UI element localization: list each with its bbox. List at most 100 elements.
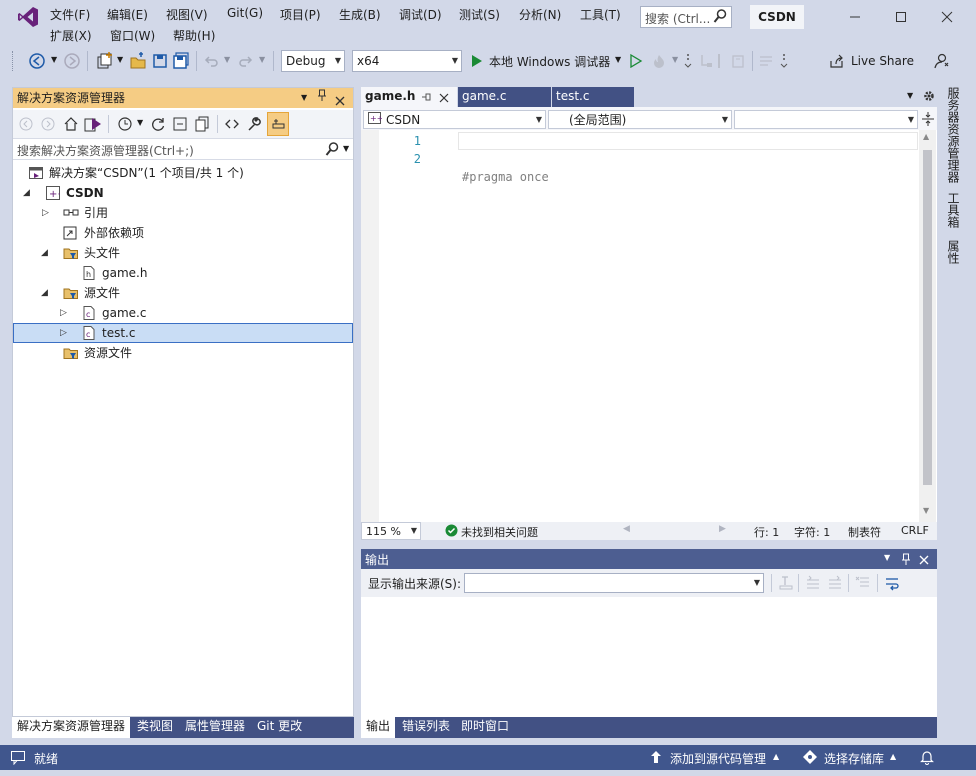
- menu-build[interactable]: 生成(B): [339, 6, 381, 23]
- find-message-icon[interactable]: [777, 573, 795, 593]
- toolbar-overflow-icon[interactable]: [778, 51, 790, 71]
- visual-studio-logo[interactable]: [16, 5, 40, 29]
- forward-icon[interactable]: [39, 114, 57, 134]
- new-dropdown-icon[interactable]: ▼: [117, 55, 123, 64]
- output-source-select[interactable]: ▼: [464, 573, 764, 593]
- menu-tools[interactable]: 工具(T): [580, 6, 621, 23]
- menu-edit[interactable]: 编辑(E): [107, 6, 148, 23]
- comment-icon[interactable]: [757, 51, 775, 71]
- tree-item-references[interactable]: ▷ 引用: [13, 203, 353, 223]
- tab-class-view[interactable]: 类视图: [132, 717, 178, 737]
- forward-icon[interactable]: [62, 51, 82, 71]
- scroll-right-icon[interactable]: ▶: [719, 524, 726, 534]
- add-to-source-control[interactable]: 添加到源代码管理: [670, 750, 766, 767]
- close-tab-icon[interactable]: [439, 92, 449, 106]
- live-share-button[interactable]: Live Share: [826, 51, 916, 71]
- previous-message-icon[interactable]: [804, 573, 822, 593]
- pin-tab-icon[interactable]: [421, 91, 431, 106]
- tree-item-test-c[interactable]: ▷ c test.c: [13, 323, 353, 343]
- filter-dropdown-icon[interactable]: ▼: [137, 118, 143, 127]
- start-without-debugging-icon[interactable]: [627, 51, 645, 71]
- configuration-select[interactable]: Debug ▼: [281, 50, 345, 72]
- code-editor[interactable]: 1 2 #pragma once ▲ ▼: [361, 130, 937, 522]
- tab-game-h[interactable]: game.h: [361, 87, 457, 107]
- redo-icon[interactable]: [236, 51, 256, 71]
- scroll-down-icon[interactable]: ▼: [923, 506, 929, 515]
- collapse-arrow-icon[interactable]: ◢: [41, 243, 48, 263]
- redo-dropdown-icon[interactable]: ▼: [259, 55, 265, 64]
- window-options-icon[interactable]: ▼: [884, 553, 890, 562]
- undo-dropdown-icon[interactable]: ▼: [224, 55, 230, 64]
- close-window-button[interactable]: [940, 10, 954, 24]
- platform-select[interactable]: x64 ▼: [352, 50, 462, 72]
- tab-error-list[interactable]: 错误列表: [397, 717, 455, 737]
- char-indicator[interactable]: 字符: 1: [794, 524, 830, 540]
- menu-analyze[interactable]: 分析(N): [519, 6, 561, 23]
- tab-property-manager[interactable]: 属性管理器: [180, 717, 250, 737]
- expand-arrow-icon[interactable]: ▷: [60, 323, 67, 343]
- back-icon[interactable]: [26, 51, 48, 71]
- pending-changes-filter-icon[interactable]: [115, 114, 135, 134]
- tree-item-resource-files[interactable]: 资源文件: [13, 343, 353, 363]
- maximize-button[interactable]: [894, 10, 908, 24]
- notifications-bell-icon[interactable]: [920, 749, 934, 768]
- sync-icon[interactable]: [149, 114, 167, 134]
- pin-icon[interactable]: [317, 88, 327, 108]
- zoom-select[interactable]: 115 % ▼: [361, 522, 421, 540]
- rail-properties[interactable]: 属性: [945, 240, 962, 264]
- editor-settings-gear-icon[interactable]: [923, 89, 935, 106]
- add-source-dropdown-icon[interactable]: ▲: [773, 752, 779, 761]
- bookmark-icon[interactable]: [729, 51, 747, 71]
- start-debugging-button[interactable]: 本地 Windows 调试器 ▼: [468, 50, 626, 72]
- tab-list-dropdown-icon[interactable]: ▼: [907, 91, 913, 100]
- scope-nav-select[interactable]: (全局范围) ▼: [548, 110, 732, 129]
- line-indicator[interactable]: 行: 1: [754, 524, 779, 540]
- save-all-icon[interactable]: [171, 51, 191, 71]
- toolbar-grip[interactable]: [12, 51, 15, 71]
- tab-game-c[interactable]: game.c: [458, 87, 551, 107]
- hot-reload-dropdown-icon[interactable]: ▼: [672, 55, 678, 64]
- search-icon[interactable]: [325, 141, 339, 160]
- switch-views-icon[interactable]: [83, 114, 103, 134]
- close-panel-icon[interactable]: [919, 554, 929, 568]
- tab-solution-explorer[interactable]: 解决方案资源管理器: [12, 717, 131, 738]
- run-dropdown-icon[interactable]: ▼: [615, 55, 621, 64]
- menu-extensions[interactable]: 扩展(X): [50, 27, 92, 44]
- open-file-icon[interactable]: [127, 51, 149, 71]
- clear-all-icon[interactable]: [854, 573, 872, 593]
- project-nav-select[interactable]: ++ CSDN ▼: [363, 110, 546, 129]
- menu-git[interactable]: Git(G): [227, 6, 263, 20]
- close-panel-icon[interactable]: [335, 92, 345, 112]
- breakpoint-toggle-icon[interactable]: [712, 51, 726, 71]
- menu-file[interactable]: 文件(F): [50, 6, 90, 23]
- collapse-arrow-icon[interactable]: ◢: [41, 283, 48, 303]
- tree-item-header-files[interactable]: ◢ 头文件: [13, 243, 353, 263]
- menu-view[interactable]: 视图(V): [166, 6, 208, 23]
- word-wrap-icon[interactable]: [883, 573, 901, 593]
- collapse-arrow-icon[interactable]: ◢: [23, 183, 30, 203]
- tab-test-c[interactable]: test.c: [552, 87, 634, 107]
- scroll-up-icon[interactable]: ▲: [923, 132, 929, 141]
- select-repo-dropdown-icon[interactable]: ▲: [890, 752, 896, 761]
- tree-item-project[interactable]: ◢ ++ CSDN: [13, 183, 353, 203]
- back-icon[interactable]: [17, 114, 35, 134]
- indent-mode[interactable]: 制表符: [848, 524, 881, 540]
- menu-window[interactable]: 窗口(W): [110, 27, 155, 44]
- hot-reload-icon[interactable]: [650, 51, 668, 71]
- tree-item-solution[interactable]: 解决方案“CSDN”(1 个项目/共 1 个): [13, 163, 353, 183]
- issues-status[interactable]: 未找到相关问题: [461, 524, 538, 540]
- properties-wrench-icon[interactable]: [245, 114, 263, 134]
- tab-git-changes[interactable]: Git 更改: [252, 717, 307, 737]
- tree-item-source-files[interactable]: ◢ 源文件: [13, 283, 353, 303]
- menu-project[interactable]: 项目(P): [280, 6, 321, 23]
- tree-item-external-dependencies[interactable]: 外部依赖项: [13, 223, 353, 243]
- line-ending[interactable]: CRLF: [901, 524, 929, 537]
- rail-toolbox[interactable]: 工具箱: [945, 192, 962, 228]
- feedback-icon[interactable]: [932, 51, 952, 71]
- menu-debug[interactable]: 调试(D): [399, 6, 442, 23]
- minimize-button[interactable]: [848, 10, 862, 24]
- menu-test[interactable]: 测试(S): [459, 6, 500, 23]
- expand-arrow-icon[interactable]: ▷: [42, 203, 49, 223]
- collapse-all-icon[interactable]: [171, 114, 189, 134]
- undo-icon[interactable]: [201, 51, 221, 71]
